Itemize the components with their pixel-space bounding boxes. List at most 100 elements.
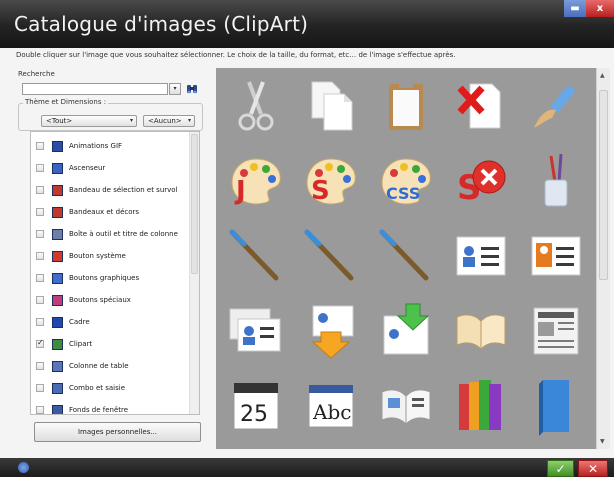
svg-text:J: J (234, 176, 246, 206)
calendar-clipart[interactable]: 25 (222, 374, 290, 442)
palette-css-clipart[interactable]: CSS (372, 149, 440, 217)
theme-dimension-group: Thème et Dimensions : <Tout> ▾ <Aucun> ▾ (18, 98, 203, 131)
graphic-buttons-icon (52, 272, 63, 284)
color-books-clipart[interactable] (447, 374, 515, 442)
theme-list-scroll-thumb[interactable] (191, 134, 198, 274)
palette-j-clipart[interactable]: J (222, 149, 290, 217)
theme-list-item[interactable]: Combo et saisie (31, 377, 189, 399)
scissors-clipart[interactable] (222, 74, 290, 142)
binoculars-icon[interactable] (186, 83, 198, 95)
clipart-gallery: J S CSS S 25 Abc (216, 68, 596, 449)
contact-download-clipart[interactable] (297, 299, 365, 367)
contact-card-orange-icon (528, 231, 584, 285)
theme-checkbox[interactable] (36, 296, 44, 304)
gallery-scroll-thumb[interactable] (599, 90, 608, 280)
open-book-clipart[interactable] (447, 299, 515, 367)
picture-book-clipart[interactable] (372, 374, 440, 442)
theme-list-item[interactable]: Ascenseur (31, 157, 189, 179)
contact-download-icon (303, 302, 359, 364)
theme-list-item[interactable]: Boutons graphiques (31, 267, 189, 289)
theme-list-item[interactable]: Clipart (31, 333, 189, 355)
personal-images-button[interactable]: Images personnelles... (34, 422, 201, 442)
theme-select[interactable]: <Tout> ▾ (41, 115, 137, 127)
contact-import-icon (378, 302, 434, 364)
svg-text:Abc: Abc (312, 400, 351, 424)
window-title: Catalogue d'images (ClipArt) (14, 12, 309, 36)
theme-checkbox[interactable] (36, 384, 44, 392)
paintbrush-2-clipart[interactable] (297, 224, 365, 292)
palette-css-icon: CSS (376, 153, 436, 213)
contact-cards-clipart[interactable] (222, 299, 290, 367)
search-label: Recherche (18, 70, 55, 78)
dimension-select[interactable]: <Aucun> ▾ (143, 115, 195, 127)
search-input[interactable] (22, 83, 168, 95)
theme-list-item-label: Combo et saisie (69, 384, 125, 392)
theme-checkbox[interactable] (36, 362, 44, 370)
theme-list-item-label: Cadre (69, 318, 90, 326)
theme-list-scrollbar[interactable] (189, 132, 199, 414)
search-dropdown-button[interactable]: ▾ (169, 83, 181, 95)
ok-button[interactable]: ✓ (547, 460, 574, 477)
theme-checkbox[interactable] (36, 406, 44, 414)
close-icon[interactable]: x (586, 0, 614, 17)
search-row: ▾ (22, 83, 208, 95)
text-field-clipart[interactable]: Abc (297, 374, 365, 442)
theme-list-item[interactable]: Fonds de fenêtre (31, 399, 189, 414)
theme-list-item[interactable]: Bouton système (31, 245, 189, 267)
theme-list-item[interactable]: Boutons spéciaux (31, 289, 189, 311)
clipboard-clipart[interactable] (372, 74, 440, 142)
scroll-up-icon[interactable]: ▲ (600, 72, 605, 79)
theme-list-item-label: Fonds de fenêtre (69, 406, 129, 414)
blue-book-clipart[interactable] (522, 374, 590, 442)
toolbox-icon (52, 228, 63, 240)
contact-cards-icon (228, 305, 284, 361)
palette-s-clipart[interactable]: S (297, 149, 365, 217)
theme-checkbox[interactable] (36, 142, 44, 150)
paintbrush-1-clipart[interactable] (222, 224, 290, 292)
scroll-down-icon[interactable]: ▼ (600, 438, 605, 445)
s-delete-clipart[interactable]: S (447, 149, 515, 217)
theme-checkbox[interactable] (36, 274, 44, 282)
color-books-icon (453, 376, 509, 440)
brush-clipart[interactable] (522, 74, 590, 142)
open-book-icon (453, 309, 509, 357)
theme-dimension-label: Thème et Dimensions : (23, 98, 109, 106)
theme-checkbox[interactable] (36, 186, 44, 194)
contact-import-clipart[interactable] (372, 299, 440, 367)
theme-list-item[interactable]: Cadre (31, 311, 189, 333)
theme-checkbox[interactable] (36, 164, 44, 172)
theme-list-item[interactable]: Bandeaux et décors (31, 201, 189, 223)
copy-documents-clipart[interactable] (297, 74, 365, 142)
frame-icon (52, 316, 63, 328)
paintbrush-3-clipart[interactable] (372, 224, 440, 292)
theme-list-item[interactable]: Boîte à outil et titre de colonne (31, 223, 189, 245)
palette-j-icon: J (226, 153, 286, 213)
brush-cup-clipart[interactable] (522, 149, 590, 217)
theme-checkbox[interactable] (36, 252, 44, 260)
brush-icon (528, 78, 584, 138)
newspaper-clipart[interactable] (522, 299, 590, 367)
theme-list-item[interactable]: Bandeau de sélection et survol (31, 179, 189, 201)
theme-checkbox[interactable] (36, 230, 44, 238)
delete-document-clipart[interactable] (447, 74, 515, 142)
svg-text:25: 25 (240, 402, 268, 427)
blue-book-icon (533, 376, 579, 440)
clipart-catalog-window: Catalogue d'images (ClipArt) ▬ x Double … (0, 0, 614, 477)
cancel-button[interactable]: ✕ (578, 460, 608, 477)
gallery-scrollbar[interactable]: ▲ ▼ (596, 68, 610, 449)
help-icon[interactable] (18, 462, 29, 473)
theme-list-item[interactable]: Colonne de table (31, 355, 189, 377)
contact-card-clipart[interactable] (447, 224, 515, 292)
instruction-text: Double cliquer sur l'image que vous souh… (16, 51, 456, 59)
special-buttons-icon (52, 294, 63, 306)
contact-card-orange-clipart[interactable] (522, 224, 590, 292)
window-controls: ▬ x (564, 0, 614, 17)
theme-checkbox[interactable] (36, 338, 44, 348)
theme-list-item-label: Boutons graphiques (69, 274, 140, 282)
minimize-icon[interactable]: ▬ (564, 0, 586, 17)
theme-checkbox[interactable] (36, 208, 44, 216)
paintbrush-icon (376, 226, 436, 290)
theme-checkbox[interactable] (36, 318, 44, 326)
theme-list-item[interactable]: Animations GIF (31, 135, 189, 157)
chevron-down-icon: ▾ (129, 117, 133, 124)
